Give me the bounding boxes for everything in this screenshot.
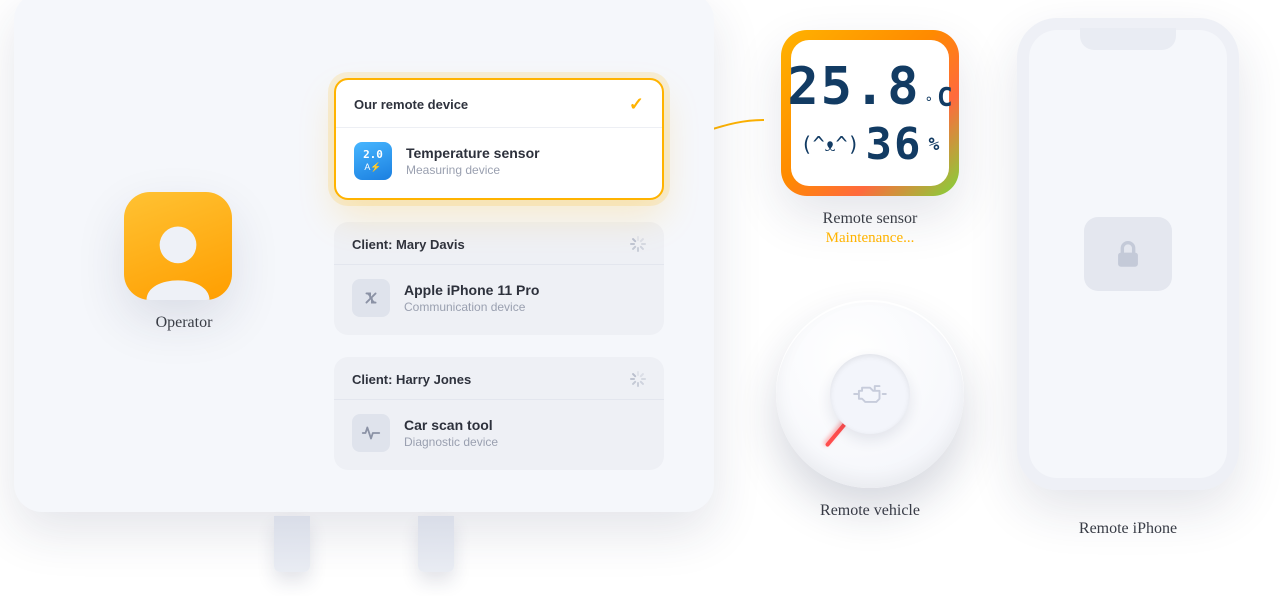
sensor-label: Remote sensor bbox=[760, 210, 980, 228]
card-subtitle: Measuring device bbox=[406, 163, 540, 177]
humidity-unit: % bbox=[929, 134, 940, 155]
card-subtitle: Diagnostic device bbox=[404, 435, 498, 449]
remote-sensor-block: 25.8 ° C (^ᴥ^) 36 % Remote sensor Mainte… bbox=[760, 30, 980, 247]
lock-icon bbox=[1111, 237, 1145, 271]
lock-tile bbox=[1084, 217, 1172, 291]
iphone-notch bbox=[1080, 28, 1176, 50]
loading-spinner-icon bbox=[630, 236, 646, 252]
temperature-sensor-icon: 2.0 A⚡ bbox=[354, 142, 392, 180]
vehicle-gauge bbox=[776, 300, 964, 488]
usb-connection-icon bbox=[352, 279, 390, 317]
card-subtitle: Communication device bbox=[404, 300, 539, 314]
operator-avatar bbox=[124, 192, 232, 300]
iphone-frame bbox=[1017, 18, 1239, 490]
card-title: Car scan tool bbox=[404, 417, 498, 433]
tablet-stand bbox=[234, 512, 494, 572]
diagnostic-waveform-icon bbox=[352, 414, 390, 452]
degree-symbol: ° bbox=[925, 95, 933, 111]
operator-block: Operator bbox=[124, 192, 244, 332]
card-title: Temperature sensor bbox=[406, 145, 540, 161]
loading-spinner-icon bbox=[630, 371, 646, 387]
sensor-display: 25.8 ° C (^ᴥ^) 36 % bbox=[781, 30, 959, 196]
tablet-panel: Operator Our remote device ✓ 2.0 A⚡ bbox=[14, 0, 714, 512]
temperature-unit: C bbox=[937, 83, 953, 113]
remote-vehicle-block: Remote vehicle bbox=[760, 300, 980, 520]
card-header-label: Client: Mary Davis bbox=[352, 237, 465, 252]
sensor-face-icon: (^ᴥ^) bbox=[801, 132, 860, 157]
card-our-remote-device[interactable]: Our remote device ✓ 2.0 A⚡ Temperature s… bbox=[334, 78, 664, 200]
person-icon bbox=[136, 216, 220, 300]
card-header-label: Client: Harry Jones bbox=[352, 372, 471, 387]
card-harry-jones[interactable]: Client: Harry Jones Car scan tool Diagno… bbox=[334, 357, 664, 470]
engine-icon bbox=[830, 354, 910, 434]
iphone-label: Remote iPhone bbox=[1010, 520, 1246, 538]
sensor-status: Maintenance... bbox=[760, 230, 980, 247]
temperature-value: 25.8 bbox=[787, 57, 920, 117]
card-title: Apple iPhone 11 Pro bbox=[404, 282, 539, 298]
vehicle-label: Remote vehicle bbox=[760, 502, 980, 520]
card-mary-davis[interactable]: Client: Mary Davis Apple iPhone 11 Pro C… bbox=[334, 222, 664, 335]
humidity-value: 36 bbox=[866, 119, 923, 170]
remote-iphone-block: Remote iPhone bbox=[1010, 18, 1246, 538]
card-header-label: Our remote device bbox=[354, 97, 468, 112]
operator-label: Operator bbox=[124, 314, 244, 332]
check-icon: ✓ bbox=[629, 94, 644, 115]
device-cards: Our remote device ✓ 2.0 A⚡ Temperature s… bbox=[334, 78, 664, 470]
